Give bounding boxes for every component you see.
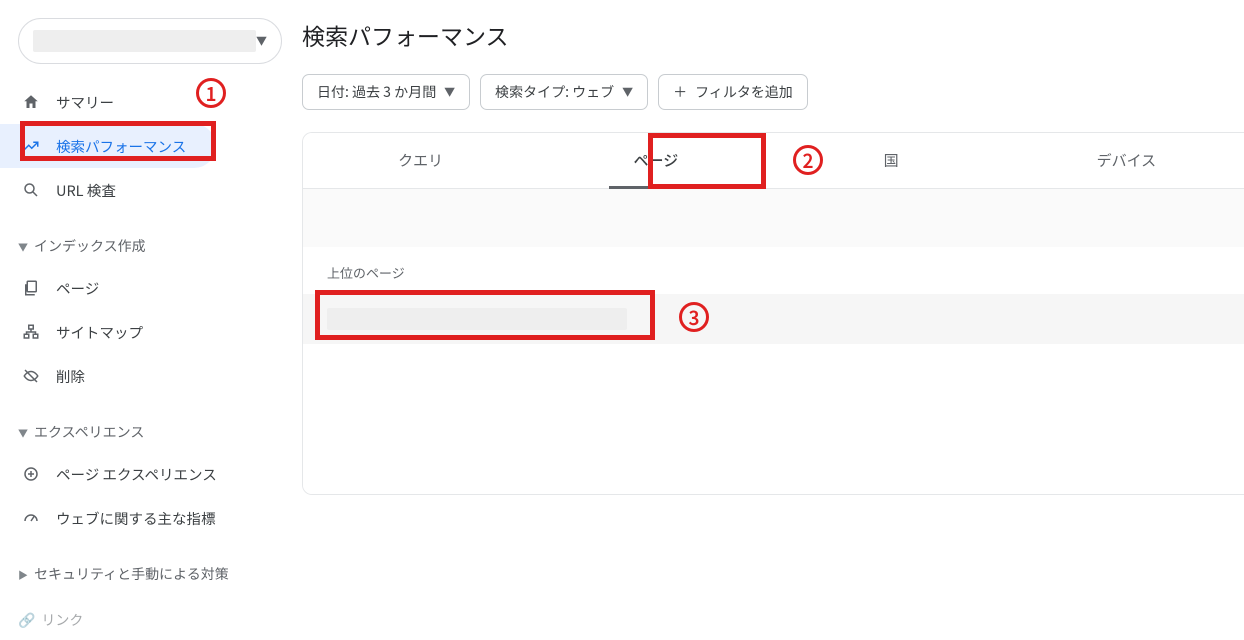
tab-query[interactable]: クエリ [303,133,538,188]
sidebar: ▼ サマリー 検索パフォーマンス 1 URL 検査 ▼ [0,0,300,584]
page-url-placeholder [327,308,627,330]
tab-label: デバイス [1097,150,1157,171]
pages-icon [22,279,56,297]
section-links[interactable]: 🔗 リンク [0,600,300,640]
nav-removals[interactable]: 削除 [0,354,300,398]
section-label: エクスペリエンス [34,422,144,442]
results-card: クエリ ページ 国 デバイス 2 上位のページ 3 [302,132,1244,495]
chevron-down-icon: ▼ [18,239,28,254]
tab-label: 国 [884,150,899,171]
chip-label: 日付: 過去 3 か月間 [317,82,436,102]
table-header: 上位のページ [303,247,1244,294]
nav-label: ページ エクスペリエンス [56,464,217,485]
empty-row [303,394,1244,444]
annotation-number-3: 3 [679,302,709,332]
nav-url-inspect[interactable]: URL 検査 [0,168,300,212]
sitemap-icon [22,323,56,341]
section-security[interactable]: ▶ セキュリティと手動による対策 [0,554,300,594]
tab-country[interactable]: 国 [774,133,1009,188]
nav-label: URL 検査 [56,180,116,201]
tab-label: ページ [634,150,679,171]
circle-plus-icon [22,465,56,483]
filter-row: 日付: 過去 3 か月間 ▼ 検索タイプ: ウェブ ▼ ＋ フィルタを追加 [300,74,1244,110]
chevron-down-icon: ▼ [18,425,28,440]
section-experience[interactable]: ▼ エクスペリエンス [0,412,300,452]
add-filter-chip[interactable]: ＋ フィルタを追加 [658,74,808,110]
visibility-off-icon [22,367,56,385]
plus-icon: ＋ [673,82,687,102]
nav-page-experience[interactable]: ページ エクスペリエンス [0,452,300,496]
chevron-down-icon: ▼ [622,84,633,100]
property-selector[interactable]: ▼ [18,18,282,64]
section-label: リンク [41,610,83,630]
speedometer-icon [22,509,56,527]
section-label: インデックス作成 [34,236,146,256]
section-indexing[interactable]: ▼ インデックス作成 [0,226,300,266]
chevron-down-icon: ▼ [444,84,455,100]
search-row [303,189,1244,247]
filter-date-chip[interactable]: 日付: 過去 3 か月間 ▼ [302,74,470,110]
tab-bar: クエリ ページ 国 デバイス 2 [303,133,1244,189]
nav-label: ページ [56,278,99,299]
filter-search-type-chip[interactable]: 検索タイプ: ウェブ ▼ [480,74,648,110]
chevron-right-icon: ▶ [18,567,28,582]
trending-icon [22,137,56,155]
search-icon [22,181,56,199]
empty-row [303,444,1244,494]
property-label-placeholder [33,30,256,52]
chip-label: フィルタを追加 [695,82,793,102]
home-icon [22,93,56,111]
page-title: 検索パフォーマンス [300,18,1244,52]
nav-summary[interactable]: サマリー [0,80,300,124]
tab-page[interactable]: ページ [538,133,773,188]
nav-label: ウェブに関する主な指標 [56,508,216,529]
empty-row [303,344,1244,394]
nav-search-performance[interactable]: 検索パフォーマンス [0,124,216,168]
nav-label: サマリー [56,92,114,113]
tab-device[interactable]: デバイス [1009,133,1244,188]
nav-label: 検索パフォーマンス [56,136,186,157]
chevron-down-icon: ▼ [256,33,267,49]
nav-core-web-vitals[interactable]: ウェブに関する主な指標 [0,496,300,540]
section-label: セキュリティと手動による対策 [34,564,229,584]
main-content: 検索パフォーマンス 日付: 過去 3 か月間 ▼ 検索タイプ: ウェブ ▼ ＋ … [300,0,1244,584]
nav-label: サイトマップ [56,322,143,343]
tab-label: クエリ [398,150,443,171]
top-page-row[interactable]: 3 [303,294,1244,344]
nav-pages[interactable]: ページ [0,266,300,310]
nav-sitemaps[interactable]: サイトマップ [0,310,300,354]
link-icon: 🔗 [18,610,35,630]
nav-label: 削除 [56,366,85,387]
chip-label: 検索タイプ: ウェブ [495,82,614,102]
